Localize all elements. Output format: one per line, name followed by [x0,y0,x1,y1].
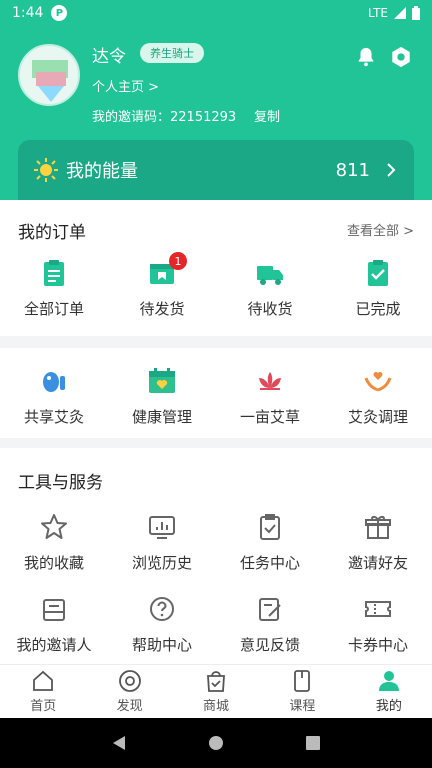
tool-label: 邀请好友 [347,554,408,572]
tab-home[interactable]: 首页 [0,665,86,718]
tab-label: 课程 [289,699,316,714]
tool-label: 卡券中心 [347,636,408,654]
tools-title: 工具与服务 [18,473,103,493]
tool-label: 任务中心 [239,554,300,572]
service-one-acre-mugwort[interactable]: 一亩艾草 [216,366,324,427]
bell-icon[interactable] [355,46,377,68]
battery-icon [412,6,420,20]
compass-icon [118,670,141,692]
services-grid: 共享艾灸 健康管理 一亩艾草 艾灸调理 [0,366,432,427]
tools-grid-row-2: 我的邀请人 帮助中心 意见反馈 卡券中心 [0,594,432,655]
calendar-heart-icon [149,368,175,393]
pending-shipment-badge: 1 [169,252,187,270]
recents-icon[interactable] [305,735,321,751]
order-item-label: 待发货 [139,300,185,318]
clipboard-icon [44,260,64,286]
shopping-bag-icon [207,671,225,692]
service-label: 共享艾灸 [23,408,84,426]
service-label: 健康管理 [131,408,192,426]
tab-mall[interactable]: 商城 [173,665,259,718]
order-item-pending-receipt[interactable]: 待收货 [216,258,324,319]
order-item-label: 全部订单 [23,300,84,318]
task-icon [260,514,280,540]
service-label: 一亩艾草 [239,408,300,426]
help-icon [150,597,174,621]
tool-help-center[interactable]: 帮助中心 [108,594,216,655]
orders-title: 我的订单 [18,223,86,243]
invite-code-label: 我的邀请码：22151293 [92,110,237,125]
avatar[interactable] [18,44,80,106]
tool-invite-friends[interactable]: 邀请好友 [324,512,432,573]
service-label: 艾灸调理 [347,408,408,426]
settings-icon[interactable] [390,46,412,68]
homepage-link[interactable]: 个人主页 > [92,76,159,95]
profile-header: 达令 养生骑士 个人主页 > 我的邀请码：22151293 复制 我的能量 81… [0,26,432,200]
network-label: LTE [368,6,388,20]
service-health-management[interactable]: 健康管理 [108,366,216,427]
status-bar: 1:44 P LTE [0,0,432,26]
tab-label: 首页 [30,699,57,714]
book-icon [294,670,311,692]
star-icon [41,514,67,539]
tool-feedback[interactable]: 意见反馈 [216,594,324,655]
energy-label: 我的能量 [66,161,138,182]
order-item-label: 待收货 [247,300,293,318]
order-item-label: 已完成 [355,300,401,318]
tool-browse-history[interactable]: 浏览历史 [108,512,216,573]
copy-invite-button[interactable]: 复制 [254,106,280,125]
bottom-nav: 首页 发现 商城 课程 我的 [0,664,432,718]
tool-my-inviter[interactable]: 我的邀请人 [0,594,108,655]
check-clipboard-icon [368,260,388,286]
truck-icon [257,266,283,285]
tool-label: 帮助中心 [131,636,192,654]
status-right: LTE [368,6,420,20]
service-shared-moxa[interactable]: 共享艾灸 [0,366,108,427]
tool-task-center[interactable]: 任务中心 [216,512,324,573]
user-icon [378,671,399,691]
tool-label: 我的收藏 [23,554,84,572]
energy-card[interactable]: 我的能量 811 [18,140,414,200]
order-item-all[interactable]: 全部订单 [0,258,108,319]
sun-icon [34,158,58,182]
service-moxa-therapy[interactable]: 艾灸调理 [324,366,432,427]
tool-favorites[interactable]: 我的收藏 [0,512,108,573]
tab-discover[interactable]: 发现 [86,665,172,718]
user-name: 达令 [92,47,126,67]
system-nav-bar [0,718,432,768]
tool-label: 我的邀请人 [16,636,92,654]
history-icon [149,516,175,539]
app-notification-icon: P [51,5,68,21]
status-time: 1:44 [12,5,44,21]
feedback-icon [259,598,281,621]
tab-mine[interactable]: 我的 [346,665,432,718]
tab-label: 商城 [203,699,230,714]
tool-coupon-center[interactable]: 卡券中心 [324,594,432,655]
home-circle-icon[interactable] [208,735,224,751]
orders-section: 我的订单 查看全部 > 全部订单 1 待发货 待收货 已完成 [0,200,432,336]
tools-grid-row-1: 我的收藏 浏览历史 任务中心 邀请好友 [0,512,432,573]
hands-heart-icon [364,372,392,392]
services-section: 共享艾灸 健康管理 一亩艾草 艾灸调理 [0,348,432,438]
order-item-pending-shipment[interactable]: 1 待发货 [108,252,216,319]
tab-label: 发现 [116,699,143,714]
user-level-badge: 养生骑士 [140,43,204,63]
ticket-icon [365,601,391,617]
signal-icon [394,7,406,19]
lotus-icon [259,372,281,390]
orders-grid: 全部订单 1 待发货 待收货 已完成 [0,252,432,319]
gift-icon [365,516,391,539]
back-icon[interactable] [111,735,127,751]
inviter-icon [43,599,65,621]
tool-label: 浏览历史 [131,554,192,572]
tab-courses[interactable]: 课程 [259,665,345,718]
order-item-completed[interactable]: 已完成 [324,258,432,319]
home-icon [33,670,54,691]
view-all-orders-link[interactable]: 查看全部 > [347,220,414,239]
energy-value: 811 [335,159,370,181]
chevron-right-icon [387,163,396,177]
tab-label: 我的 [375,699,402,714]
tool-label: 意见反馈 [239,636,300,654]
tools-section: 工具与服务 我的收藏 浏览历史 任务中心 邀请好友 我的邀请人 帮助中心 意见反… [0,448,432,664]
moxa-icon [43,372,65,392]
